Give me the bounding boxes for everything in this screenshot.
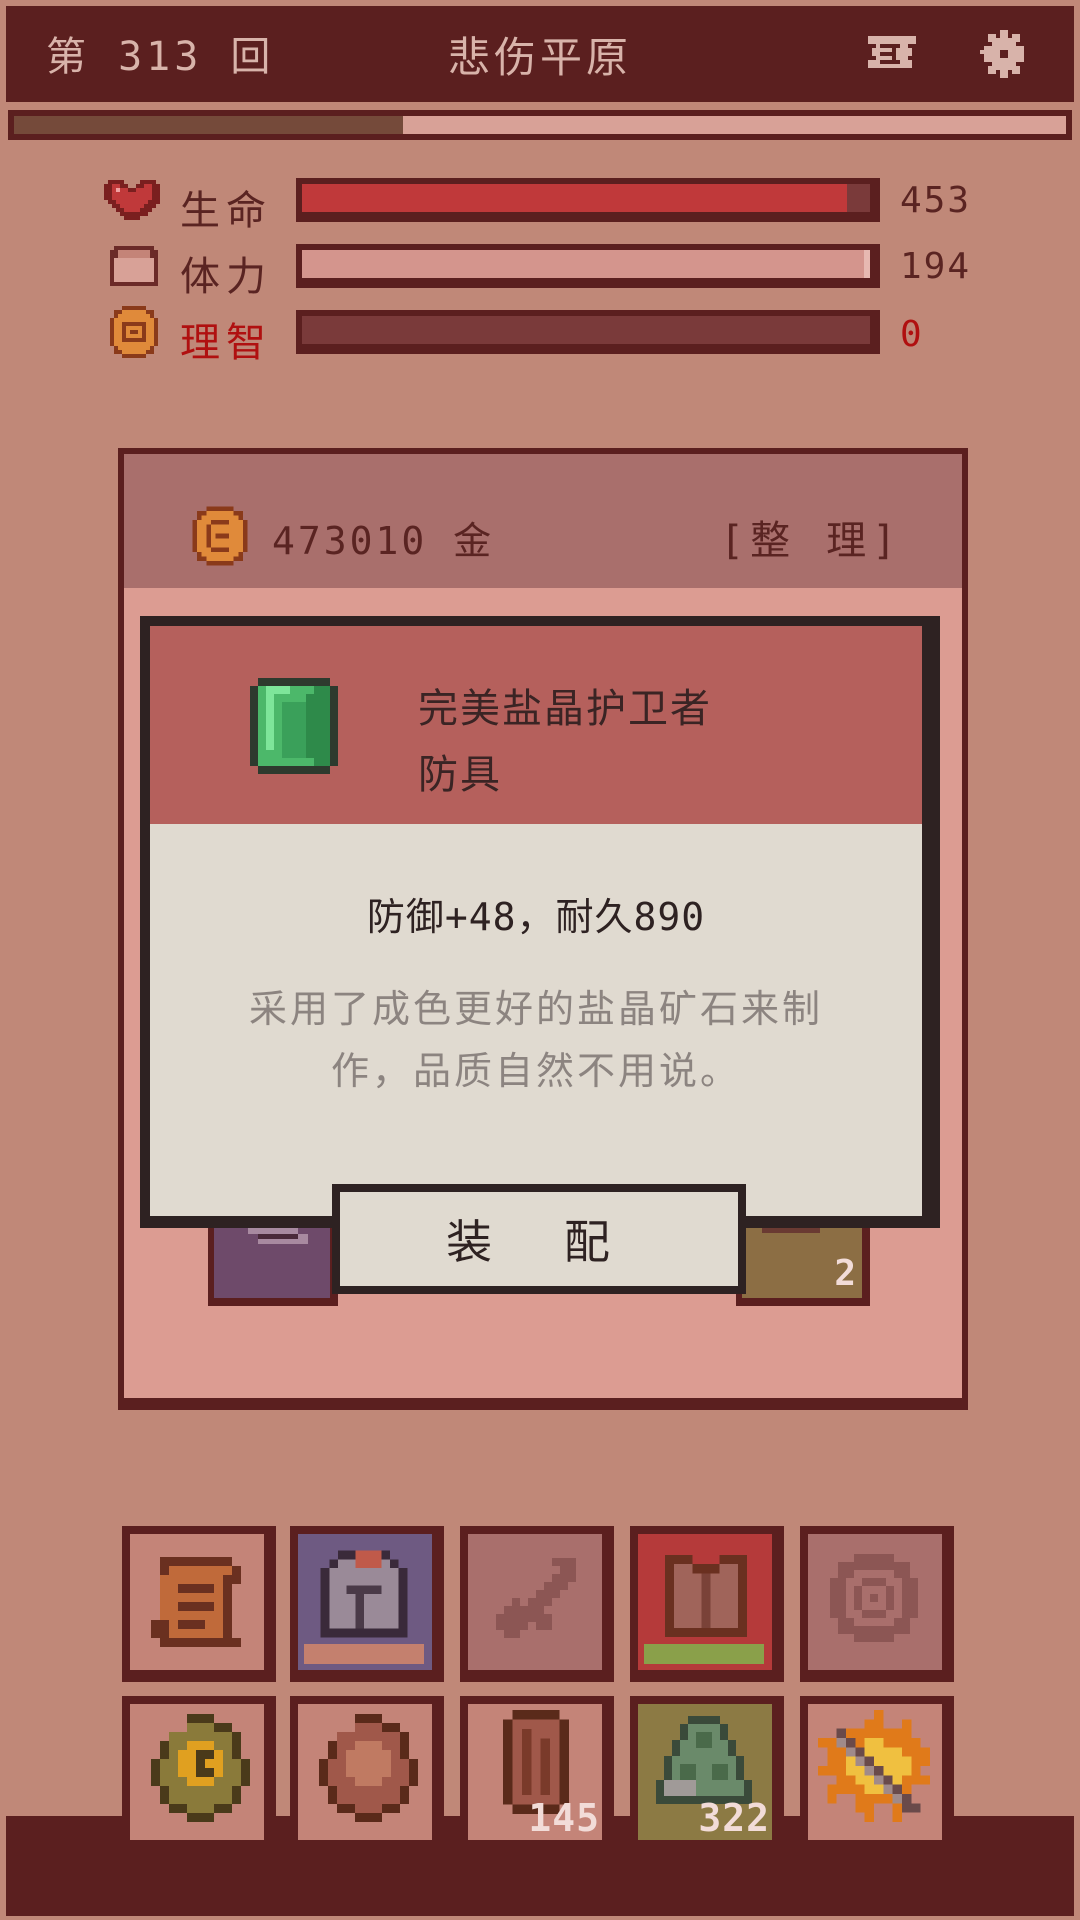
item-type: 防具 [418,752,502,798]
meat-count: 145 [528,1796,600,1840]
hp-value: 453 [900,180,972,221]
sanity-icon [106,306,162,358]
amulet-icon [830,1554,918,1642]
map-icon[interactable] [864,32,920,76]
hp-bar [296,178,880,222]
gear-icon[interactable] [980,30,1028,78]
armor-slot[interactable] [630,1526,784,1682]
helmet-icon [320,1550,408,1638]
meat-slot[interactable]: 145 [460,1696,614,1852]
fire-skill-icon [818,1710,930,1822]
hp-label: 生命 [180,188,272,234]
equip-button-label: 装 配 [340,1192,738,1286]
stamina-label: 体力 [180,254,272,300]
salt-crystal-armor-icon [250,678,338,774]
book-slot[interactable] [290,1696,444,1852]
sword-icon [496,1558,576,1638]
sort-button[interactable]: [整 理] [720,508,902,566]
heart-icon [104,176,160,224]
weapon-slot[interactable] [460,1526,614,1682]
ore-count: 322 [698,1796,770,1840]
stamina-value: 194 [900,246,972,287]
accessory-slot[interactable] [800,1526,954,1682]
slot-count: 2 [834,1253,856,1294]
equip-button[interactable]: 装 配 [332,1184,746,1294]
stamina-bar [296,244,880,288]
spellbook-slot[interactable] [122,1696,276,1852]
sanity-value: 0 [900,314,924,355]
scroll-slot[interactable] [122,1526,276,1682]
stamina-icon [106,242,162,290]
stage-progress-bar [8,110,1072,140]
ore-slot[interactable]: 322 [630,1696,784,1852]
book-icon [319,1714,418,1822]
item-name: 完美盐晶护卫者 [418,686,712,732]
spellbook-icon [151,1714,250,1822]
fire-skill-slot[interactable] [800,1696,954,1852]
armor-icon [665,1555,747,1637]
sanity-bar [296,310,880,354]
sanity-label: 理智 [180,320,272,366]
helmet-slot[interactable] [290,1526,444,1682]
gold-amount: 473010 金 [272,519,495,563]
item-description: 采用了成色更好的盐晶矿石来制作，品质自然不用说。 [248,987,823,1093]
scroll-icon [151,1557,241,1647]
gold-coin-icon [188,506,252,566]
item-stats: 防御+48，耐久890 [366,895,706,939]
